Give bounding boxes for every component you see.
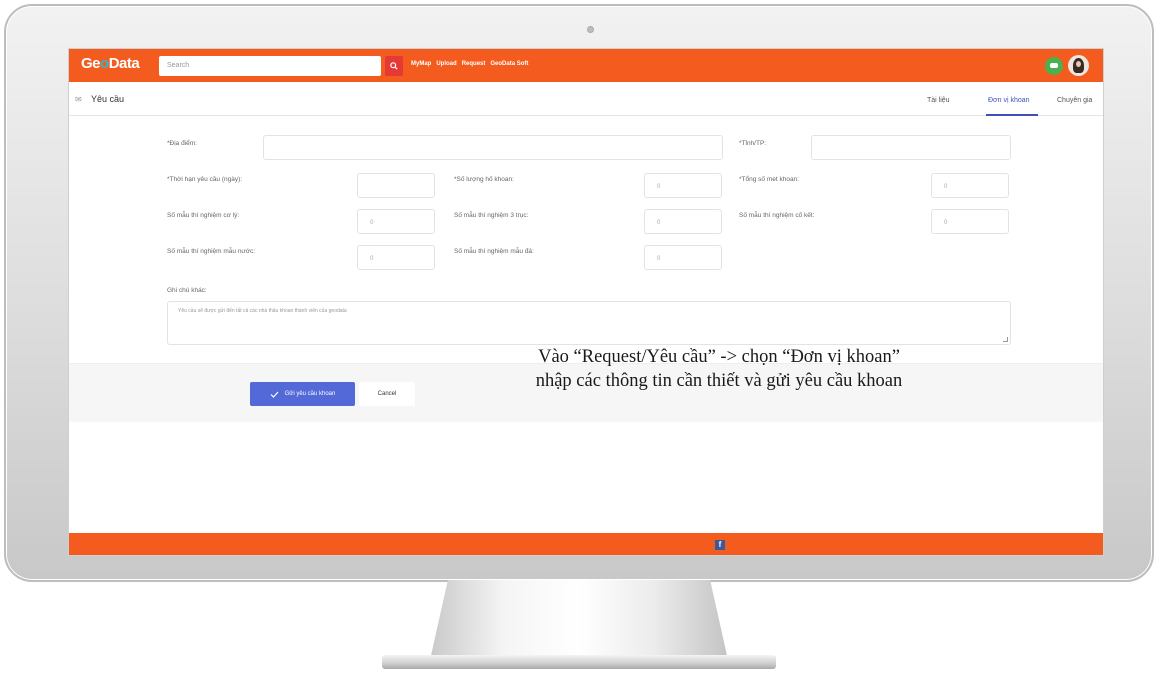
- tab-chuyen-gia[interactable]: Chuyên gia: [1057, 97, 1092, 104]
- chat-icon[interactable]: [1045, 57, 1063, 75]
- instruction-caption: Vào “Request/Yêu cầu” -> chọn “Đơn vị kh…: [449, 345, 989, 393]
- co-ly-field[interactable]: 0: [357, 209, 435, 234]
- avatar[interactable]: [1068, 55, 1089, 76]
- request-icon: ✉: [75, 95, 82, 104]
- top-navbar: GeoData Search MyMap Upload Request GeoD…: [69, 49, 1103, 82]
- mau-nuoc-label: Số mẫu thí nghiệm mẫu nước:: [167, 248, 256, 255]
- dia-diem-label: *Địa điểm:: [167, 140, 197, 147]
- mau-da-label: Số mẫu thí nghiệm mẫu đá:: [454, 248, 534, 255]
- so-luong-ho-khoan-label: *Số lượng hố khoan:: [454, 176, 514, 183]
- search-button[interactable]: [385, 56, 403, 76]
- monitor-stand-base: [382, 655, 776, 669]
- page-title: Yêu cầu: [91, 94, 125, 104]
- cancel-button[interactable]: Cancel: [359, 382, 415, 406]
- ba-truc-field[interactable]: 0: [644, 209, 722, 234]
- ghi-chu-text: Yêu cầu sẽ được gửi đến tất cả các nhà t…: [178, 308, 347, 314]
- thoi-han-field[interactable]: [357, 173, 435, 198]
- nav-links: MyMap Upload Request GeoData Soft: [411, 61, 528, 67]
- camera-dot: [587, 26, 594, 33]
- tong-so-met-label: *Tổng số met khoan:: [739, 176, 799, 183]
- ghi-chu-textarea[interactable]: Yêu cầu sẽ được gửi đến tất cả các nhà t…: [167, 301, 1011, 345]
- co-ly-label: Số mẫu thí nghiệm cơ lý:: [167, 212, 240, 219]
- tinh-field[interactable]: [811, 135, 1011, 160]
- mau-da-field[interactable]: 0: [644, 245, 722, 270]
- co-ket-field[interactable]: 0: [931, 209, 1009, 234]
- nav-link-mymap[interactable]: MyMap: [411, 61, 431, 67]
- caption-line-2: nhập các thông tin cần thiết và gửi yêu …: [535, 371, 903, 391]
- ba-truc-label: Số mẫu thí nghiệm 3 trục:: [454, 212, 529, 219]
- monitor-stand-neck: [430, 580, 728, 660]
- search-input[interactable]: Search: [159, 56, 381, 76]
- footer: f: [69, 533, 1103, 555]
- monitor-frame: GeoData Search MyMap Upload Request GeoD…: [4, 4, 1154, 582]
- thoi-han-label: *Thời hạn yêu cầu (ngày):: [167, 176, 243, 183]
- co-ket-label: Số mẫu thí nghiệm cố kết:: [739, 212, 815, 219]
- mau-nuoc-field[interactable]: 0: [357, 245, 435, 270]
- geodata-logo[interactable]: GeoData: [81, 55, 140, 72]
- app-screen: GeoData Search MyMap Upload Request GeoD…: [68, 48, 1104, 556]
- dia-diem-field[interactable]: [263, 135, 723, 160]
- tinh-label: *Tỉnh/TP:: [739, 140, 767, 147]
- page-subheader: ✉ Yêu cầu Tài liệu Đơn vị khoan Chuyên g…: [69, 82, 1103, 116]
- nav-link-geodata-soft[interactable]: GeoData Soft: [490, 61, 528, 67]
- so-luong-ho-khoan-field[interactable]: 0: [644, 173, 722, 198]
- resize-grip-icon[interactable]: [1003, 337, 1008, 342]
- send-request-button[interactable]: Gửi yêu cầu khoan: [250, 382, 355, 406]
- tab-don-vi-khoan[interactable]: Đơn vị khoan: [988, 97, 1030, 104]
- nav-link-upload[interactable]: Upload: [436, 61, 456, 67]
- facebook-icon[interactable]: f: [715, 540, 725, 550]
- ghi-chu-label: Ghi chú khác:: [167, 287, 207, 294]
- tab-tai-lieu[interactable]: Tài liệu: [927, 97, 950, 104]
- caption-line-1: Vào “Request/Yêu cầu” -> chọn “Đơn vị kh…: [538, 347, 900, 367]
- search-icon: [390, 62, 398, 70]
- tong-so-met-field[interactable]: 0: [931, 173, 1009, 198]
- send-request-label: Gửi yêu cầu khoan: [284, 391, 336, 397]
- check-icon: [270, 391, 279, 398]
- active-tab-indicator: [986, 114, 1038, 116]
- nav-link-request[interactable]: Request: [462, 61, 486, 67]
